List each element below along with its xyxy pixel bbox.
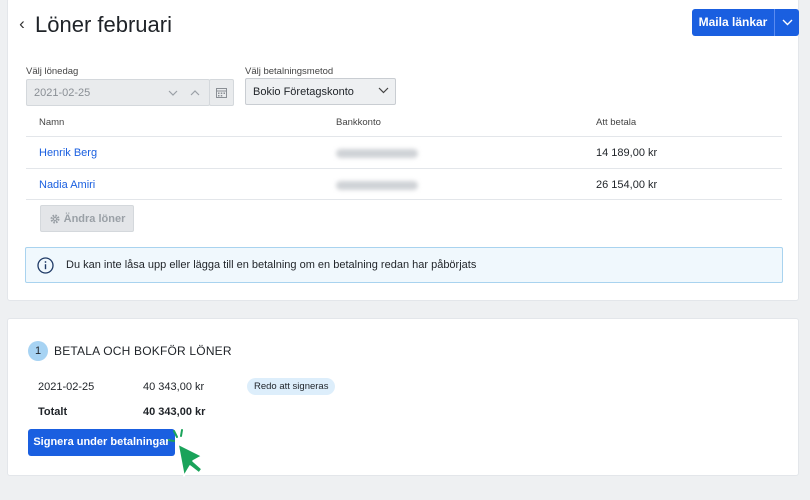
payment-amount: 40 343,00 kr bbox=[143, 381, 205, 393]
calendar-button[interactable] bbox=[209, 79, 234, 106]
change-salaries-button[interactable]: Ändra löner bbox=[40, 205, 134, 232]
method-value: Bokio Företagskonto bbox=[253, 86, 354, 98]
payment-method-select[interactable]: Bokio Företagskonto bbox=[245, 78, 396, 105]
mail-links-label[interactable]: Maila länkar bbox=[692, 9, 774, 36]
info-alert: Du kan inte låsa upp eller lägga till en… bbox=[25, 247, 783, 283]
calendar-icon bbox=[216, 88, 227, 98]
column-header-amount: Att betala bbox=[596, 117, 637, 128]
bank-account-redacted bbox=[336, 149, 418, 158]
payroll-card: ‹ Löner februari Maila länkar Välj löned… bbox=[7, 0, 799, 301]
total-label: Totalt bbox=[38, 406, 68, 418]
mail-dropdown-toggle[interactable] bbox=[774, 9, 799, 36]
table-divider bbox=[26, 199, 782, 200]
amount-cell: 14 189,00 kr bbox=[596, 147, 658, 159]
column-header-bank: Bankkonto bbox=[336, 117, 381, 128]
back-button[interactable]: ‹ bbox=[15, 13, 29, 35]
chevron-up-icon[interactable] bbox=[190, 90, 200, 96]
chevron-down-icon bbox=[378, 87, 389, 94]
info-text: Du kan inte låsa upp eller lägga till en… bbox=[66, 259, 477, 271]
employee-name-link[interactable]: Nadia Amiri bbox=[39, 179, 95, 191]
column-header-name: Namn bbox=[39, 117, 65, 128]
method-label: Välj betalningsmetod bbox=[245, 66, 334, 77]
employee-name-link[interactable]: Henrik Berg bbox=[39, 147, 97, 159]
page-title: Löner februari bbox=[35, 12, 172, 37]
date-label: Välj lönedag bbox=[26, 66, 79, 77]
payment-date: 2021-02-25 bbox=[38, 381, 95, 393]
info-icon bbox=[37, 257, 54, 274]
date-input[interactable]: 2021-02-25 bbox=[26, 79, 210, 106]
mail-links-button[interactable]: Maila länkar bbox=[692, 9, 799, 36]
table-row: Nadia Amiri 26 154,00 kr bbox=[26, 168, 782, 200]
chevron-left-icon: ‹ bbox=[19, 14, 25, 33]
date-value: 2021-02-25 bbox=[34, 87, 91, 99]
amount-cell: 26 154,00 kr bbox=[596, 179, 658, 191]
sign-payments-button[interactable]: Signera under betalningar bbox=[28, 429, 175, 456]
step-badge: 1 bbox=[28, 341, 48, 361]
total-amount: 40 343,00 kr bbox=[143, 406, 206, 418]
change-salaries-label: Ändra löner bbox=[63, 212, 126, 225]
table-row: Henrik Berg 14 189,00 kr bbox=[26, 136, 782, 168]
section-title: BETALA OCH BOKFÖR LÖNER bbox=[54, 344, 232, 358]
status-badge: Redo att signeras bbox=[247, 378, 336, 395]
chevron-down-icon bbox=[782, 19, 792, 26]
sign-payments-card: 1 BETALA OCH BOKFÖR LÖNER 2021-02-25 40 … bbox=[7, 318, 799, 476]
gear-icon bbox=[50, 213, 60, 224]
chevron-down-icon[interactable] bbox=[168, 90, 178, 96]
bank-account-redacted bbox=[336, 181, 418, 190]
cursor-icon bbox=[168, 429, 203, 477]
